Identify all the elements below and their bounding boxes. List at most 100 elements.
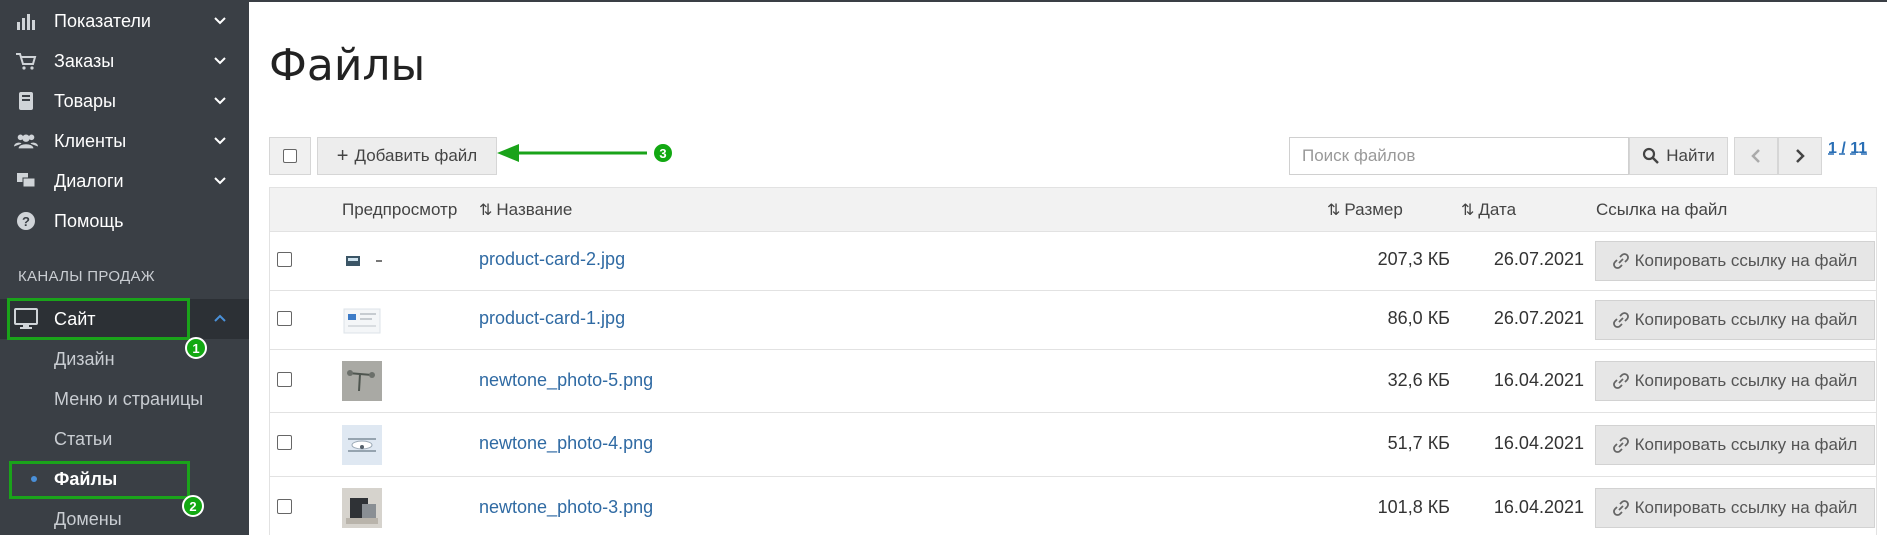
- plus-icon: +: [336, 144, 349, 167]
- sort-icon: ⇅: [1327, 202, 1341, 219]
- add-file-label: Добавить файл: [354, 146, 478, 165]
- search-input[interactable]: [1289, 137, 1629, 175]
- file-name-link[interactable]: newtone_photo-5.png: [479, 370, 653, 391]
- copy-link-label: Копировать ссылку на файл: [1634, 310, 1858, 329]
- sidebar-subitem-label: Статьи: [54, 428, 113, 449]
- link-icon: [1612, 373, 1629, 389]
- chevron-down-icon: [214, 177, 226, 185]
- help-icon: ?: [14, 209, 38, 233]
- file-date: 16.04.2021: [1493, 370, 1584, 390]
- step-badge-3: 3: [652, 142, 674, 164]
- table-row: product-card-2.jpg 207,3 КБ 26.07.2021 К…: [270, 232, 1876, 291]
- file-date: 26.07.2021: [1493, 308, 1584, 328]
- file-date: 26.07.2021: [1493, 249, 1584, 269]
- next-page-button[interactable]: [1778, 137, 1822, 175]
- col-header-size-label: Размер: [1344, 200, 1403, 219]
- book-icon: [14, 89, 38, 113]
- link-icon: [1612, 437, 1629, 453]
- file-thumbnail: [342, 361, 382, 401]
- copy-link-button[interactable]: Копировать ссылку на файл: [1595, 241, 1875, 281]
- row-checkbox[interactable]: [277, 252, 292, 267]
- table-header: Предпросмотр ⇅ Название ⇅ Размер ⇅ Дата Ссы…: [270, 188, 1876, 232]
- files-table: Предпросмотр ⇅ Название ⇅ Размер ⇅ Дата Ссы…: [269, 187, 1877, 535]
- chevron-down-icon: [214, 17, 226, 25]
- chevron-left-icon: [1751, 149, 1760, 163]
- copy-link-label: Копировать ссылку на файл: [1634, 251, 1858, 270]
- search-button[interactable]: Найти: [1629, 137, 1728, 175]
- search-icon: [1643, 147, 1660, 164]
- col-header-name-label: Название: [496, 200, 573, 219]
- file-thumbnail: [342, 425, 382, 465]
- table-row: newtone_photo-3.png 101,8 КБ 16.04.2021 …: [270, 477, 1876, 535]
- prev-page-button[interactable]: [1734, 137, 1778, 175]
- highlight-box-site: [7, 298, 190, 340]
- link-icon: [1612, 253, 1629, 269]
- chevron-down-icon: [214, 137, 226, 145]
- sidebar-subitem-articles[interactable]: Статьи: [0, 419, 249, 459]
- section-title: КАНАЛЫ ПРОДАЖ: [18, 268, 155, 285]
- sidebar-item-label: Заказы: [54, 50, 115, 71]
- table-row: newtone_photo-4.png 51,7 КБ 16.04.2021 К…: [270, 413, 1876, 477]
- file-name-link[interactable]: product-card-1.jpg: [479, 308, 625, 329]
- sidebar-item-orders[interactable]: Заказы: [0, 41, 249, 81]
- col-header-preview: Предпросмотр: [342, 200, 458, 219]
- table-row: product-card-1.jpg 86,0 КБ 26.07.2021 Ко…: [270, 291, 1876, 350]
- select-all-checkbox[interactable]: [269, 137, 311, 175]
- step-badge-1: 1: [185, 337, 207, 359]
- copy-link-button[interactable]: Копировать ссылку на файл: [1595, 300, 1875, 340]
- sidebar-item-label: Клиенты: [54, 130, 127, 151]
- users-icon: [14, 129, 38, 153]
- chevron-up-icon: [214, 314, 226, 322]
- file-name-link[interactable]: newtone_photo-4.png: [479, 433, 653, 454]
- sidebar-item-products[interactable]: Товары: [0, 81, 249, 121]
- sidebar-item-stats[interactable]: Показатели: [0, 1, 249, 41]
- sidebar-subitem-label: Меню и страницы: [54, 388, 204, 409]
- sidebar-subitem-menu-pages[interactable]: Меню и страницы: [0, 379, 249, 419]
- search-button-label: Найти: [1666, 146, 1715, 165]
- sidebar-item-clients[interactable]: Клиенты: [0, 121, 249, 161]
- file-size: 101,8 КБ: [1377, 497, 1450, 517]
- sort-icon: ⇅: [479, 202, 493, 219]
- chat-icon: [14, 169, 38, 193]
- checkbox-box: [283, 149, 297, 163]
- row-checkbox[interactable]: [277, 499, 292, 514]
- sidebar-item-label: Диалоги: [54, 170, 124, 191]
- annotation-arrow: [497, 144, 647, 162]
- file-size: 207,3 КБ: [1377, 249, 1450, 269]
- row-checkbox[interactable]: [277, 372, 292, 387]
- file-name-link[interactable]: newtone_photo-3.png: [479, 497, 653, 518]
- sidebar-subitem-design[interactable]: Дизайн: [0, 339, 249, 379]
- col-header-date[interactable]: ⇅ Дата: [1461, 200, 1516, 220]
- file-thumbnail: [343, 308, 381, 334]
- copy-link-button[interactable]: Копировать ссылку на файл: [1595, 361, 1875, 401]
- link-icon: [1612, 312, 1629, 328]
- chevron-down-icon: [214, 57, 226, 65]
- file-size: 51,7 КБ: [1387, 433, 1450, 453]
- copy-link-button[interactable]: Копировать ссылку на файл: [1595, 488, 1875, 528]
- sidebar-item-dialogs[interactable]: Диалоги: [0, 161, 249, 201]
- col-header-size[interactable]: ⇅ Размер: [1327, 200, 1403, 220]
- file-size: 86,0 КБ: [1387, 308, 1450, 328]
- chevron-down-icon: [214, 97, 226, 105]
- table-row: newtone_photo-5.png 32,6 КБ 16.04.2021 К…: [270, 350, 1876, 413]
- svg-text:?: ?: [22, 214, 30, 229]
- row-checkbox[interactable]: [277, 311, 292, 326]
- file-date: 16.04.2021: [1493, 497, 1584, 517]
- sidebar-subitem-domains[interactable]: Домены: [0, 499, 249, 535]
- copy-link-button[interactable]: Копировать ссылку на файл: [1595, 425, 1875, 465]
- page-title: Файлы: [269, 40, 426, 91]
- link-icon: [1612, 500, 1629, 516]
- col-header-name[interactable]: ⇅ Название: [479, 200, 572, 220]
- sidebar-item-help[interactable]: ? Помощь: [0, 201, 249, 241]
- sidebar: Показатели Заказы Товары Клиенты Диалоги…: [0, 0, 249, 535]
- step-badge-2: 2: [182, 495, 204, 517]
- add-file-button[interactable]: + Добавить файл: [317, 137, 497, 175]
- pagination-info[interactable]: 1 / 11: [1828, 140, 1867, 158]
- bar-chart-icon: [14, 9, 38, 33]
- row-checkbox[interactable]: [277, 435, 292, 450]
- file-name-link[interactable]: product-card-2.jpg: [479, 249, 625, 270]
- sort-icon: ⇅: [1461, 202, 1475, 219]
- sidebar-item-label: Показатели: [54, 10, 151, 31]
- col-header-date-label: Дата: [1478, 200, 1517, 219]
- sidebar-item-label: Помощь: [54, 210, 124, 231]
